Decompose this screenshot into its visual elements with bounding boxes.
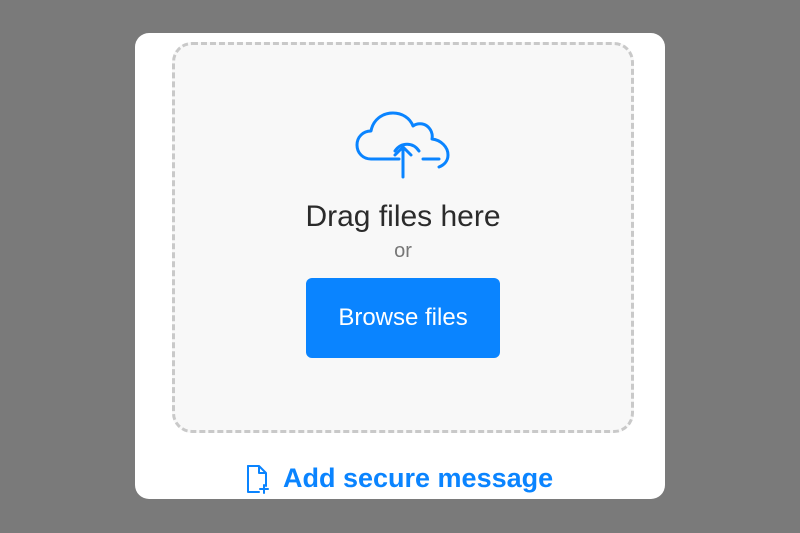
or-separator: or [394, 240, 412, 262]
drag-files-title: Drag files here [305, 200, 501, 233]
add-secure-message-link[interactable]: Add secure message [245, 463, 553, 494]
file-dropzone[interactable]: Drag files here or Browse files [172, 42, 634, 433]
browse-files-button[interactable]: Browse files [306, 278, 500, 358]
document-add-icon [247, 464, 269, 494]
add-secure-message-label: Add secure message [283, 463, 554, 493]
upload-card: Drag files here or Browse files Add secu… [135, 33, 665, 499]
cloud-upload-icon [355, 111, 450, 179]
